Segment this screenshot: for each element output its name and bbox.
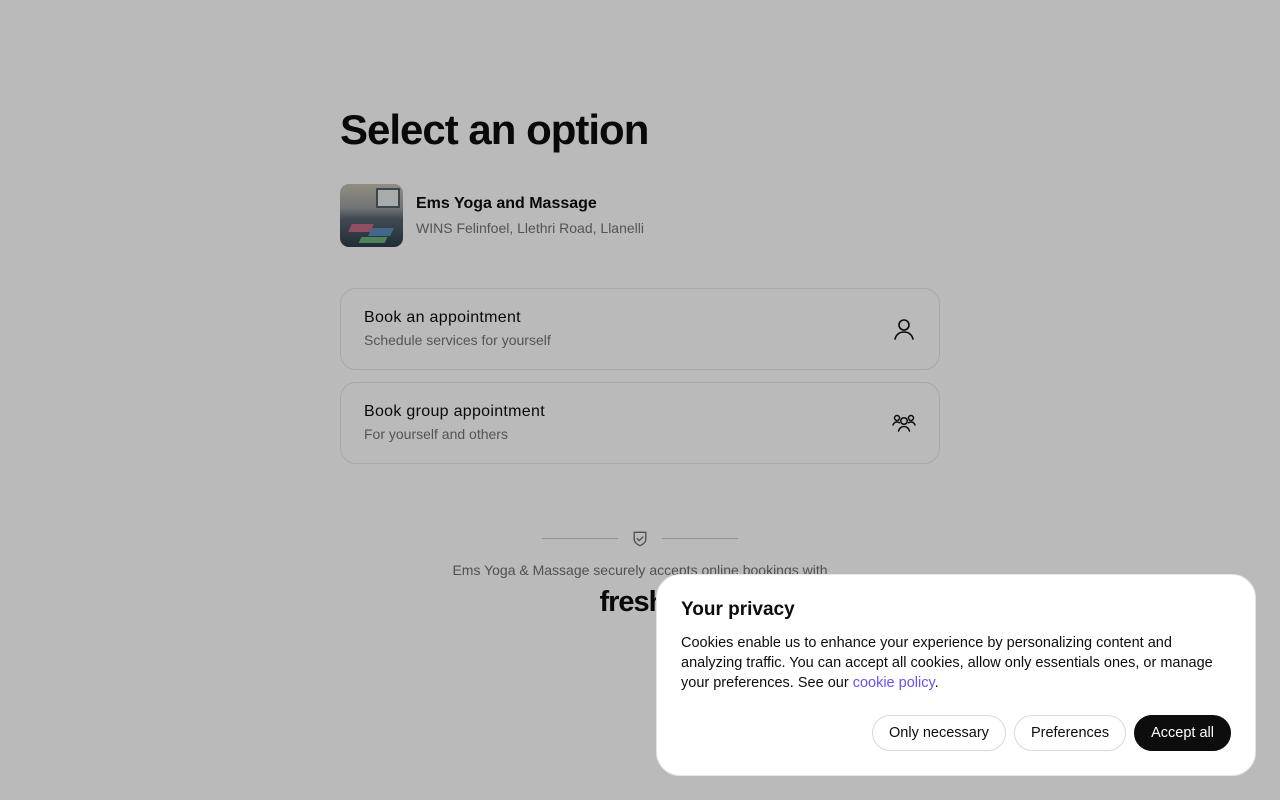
cookie-body-text: Cookies enable us to enhance your experi… [681, 635, 1213, 691]
cookie-description: Cookies enable us to enhance your experi… [681, 633, 1226, 693]
cookie-body-end: . [934, 675, 939, 691]
only-necessary-button[interactable]: Only necessary [872, 715, 1006, 751]
preferences-button[interactable]: Preferences [1013, 715, 1127, 751]
cookie-actions: Only necessary Preferences Accept all [872, 715, 1231, 751]
cookie-policy-link[interactable]: cookie policy [853, 675, 935, 691]
cookie-banner: Your privacy Cookies enable us to enhanc… [656, 574, 1256, 776]
booking-page: Select an option Ems Yoga and Massage WI… [0, 0, 1280, 800]
accept-all-button[interactable]: Accept all [1134, 715, 1231, 751]
cookie-title: Your privacy [681, 599, 795, 620]
